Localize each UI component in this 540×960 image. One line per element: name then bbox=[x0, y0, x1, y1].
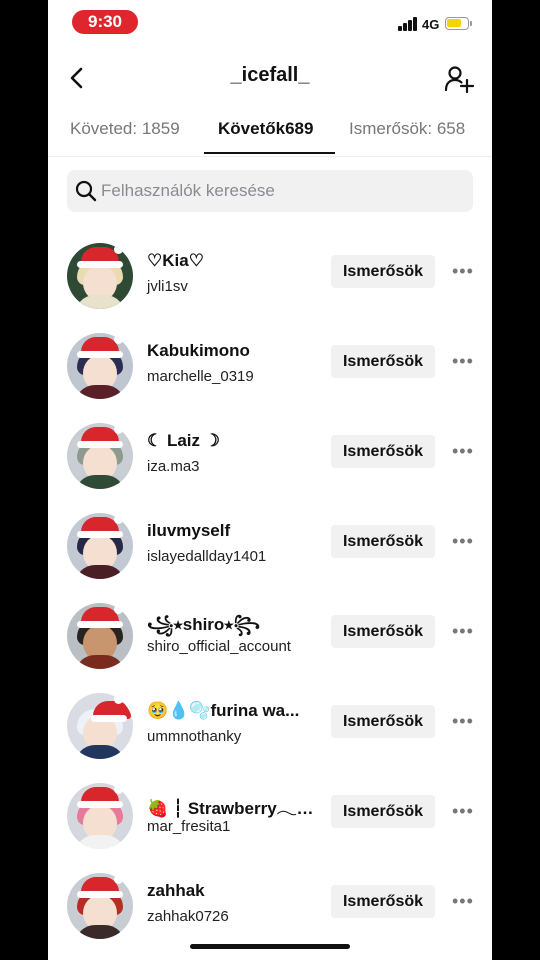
user-row[interactable]: 🍓 ┆ Strawberry𓂃 ⋌ mar_fresita1 Ismerősök… bbox=[48, 783, 492, 873]
more-icon[interactable]: ••• bbox=[452, 262, 474, 280]
user-handle: iza.ma3 bbox=[147, 458, 200, 475]
status-time: 9:30 bbox=[72, 10, 138, 34]
user-handle: mar_fresita1 bbox=[147, 818, 231, 835]
user-display-name: Kabukimono bbox=[147, 341, 250, 360]
avatar[interactable] bbox=[67, 873, 133, 939]
search-icon bbox=[75, 180, 97, 202]
divider bbox=[48, 156, 492, 157]
user-handle: jvli1sv bbox=[147, 278, 188, 295]
user-handle: ummnothanky bbox=[147, 728, 242, 745]
more-icon[interactable]: ••• bbox=[452, 532, 474, 550]
add-user-icon[interactable] bbox=[444, 64, 475, 94]
tab-friends[interactable]: Ismerősök: 658 bbox=[349, 119, 465, 139]
user-row[interactable]: ꧁⭑shiro⭑꧂ shiro_official_account Ismerős… bbox=[48, 603, 492, 693]
user-display-name: zahhak bbox=[147, 881, 205, 900]
network-type: 4G bbox=[422, 17, 440, 32]
friends-button[interactable]: Ismerősök bbox=[331, 615, 435, 648]
friends-button[interactable]: Ismerősök bbox=[331, 885, 435, 918]
search-input[interactable] bbox=[101, 170, 461, 212]
user-display-name: iluvmyself bbox=[147, 521, 231, 540]
search-bar[interactable] bbox=[67, 170, 473, 212]
followers-screen: 9:30 4G _icefall_ Követed: 1859 Követők6… bbox=[48, 0, 492, 960]
user-display-name: 🥹💧🫧furina wa... bbox=[147, 701, 300, 720]
tab-followers[interactable]: Követők689 bbox=[218, 119, 313, 139]
status-bar: 9:30 4G bbox=[48, 0, 492, 44]
avatar[interactable] bbox=[67, 603, 133, 669]
more-icon[interactable]: ••• bbox=[452, 442, 474, 460]
friends-button[interactable]: Ismerősök bbox=[331, 525, 435, 558]
user-display-name: 🍓 ┆ Strawberry𓂃 ⋌ bbox=[147, 799, 315, 818]
page-title: _icefall_ bbox=[230, 64, 310, 86]
avatar[interactable] bbox=[67, 693, 133, 759]
user-row[interactable]: 🥹💧🫧furina wa... ummnothanky Ismerősök ••… bbox=[48, 693, 492, 783]
user-handle: islayedallday1401 bbox=[147, 548, 267, 565]
user-handle: marchelle_0319 bbox=[147, 368, 254, 385]
friends-button[interactable]: Ismerősök bbox=[331, 255, 435, 288]
user-display-name: ☾ Laiz ☽ bbox=[147, 431, 220, 450]
avatar[interactable] bbox=[67, 513, 133, 579]
user-handle: shiro_official_account bbox=[147, 638, 291, 655]
tab-bar: Követed: 1859 Követők689 Ismerősök: 658 bbox=[48, 116, 492, 156]
battery-icon bbox=[445, 17, 472, 30]
user-row[interactable]: ☾ Laiz ☽ iza.ma3 Ismerősök ••• bbox=[48, 423, 492, 513]
tab-following[interactable]: Követed: 1859 bbox=[70, 119, 180, 139]
home-indicator[interactable] bbox=[190, 944, 350, 949]
more-icon[interactable]: ••• bbox=[452, 352, 474, 370]
user-row[interactable]: ♡Kia♡ jvli1sv Ismerősök ••• bbox=[48, 243, 492, 333]
user-display-name: ♡Kia♡ bbox=[147, 251, 204, 270]
user-handle: zahhak0726 bbox=[147, 908, 229, 925]
friends-button[interactable]: Ismerősök bbox=[331, 705, 435, 738]
more-icon[interactable]: ••• bbox=[452, 622, 474, 640]
avatar[interactable] bbox=[67, 423, 133, 489]
signal-icon bbox=[398, 17, 418, 31]
user-row[interactable]: iluvmyself islayedallday1401 Ismerősök •… bbox=[48, 513, 492, 603]
friends-button[interactable]: Ismerősök bbox=[331, 435, 435, 468]
friends-button[interactable]: Ismerősök bbox=[331, 795, 435, 828]
friends-button[interactable]: Ismerősök bbox=[331, 345, 435, 378]
user-row[interactable]: Kabukimono marchelle_0319 Ismerősök ••• bbox=[48, 333, 492, 423]
active-tab-indicator bbox=[204, 152, 335, 154]
more-icon[interactable]: ••• bbox=[452, 712, 474, 730]
more-icon[interactable]: ••• bbox=[452, 802, 474, 820]
more-icon[interactable]: ••• bbox=[452, 892, 474, 910]
avatar[interactable] bbox=[67, 333, 133, 399]
avatar[interactable] bbox=[67, 243, 133, 309]
avatar[interactable] bbox=[67, 783, 133, 849]
